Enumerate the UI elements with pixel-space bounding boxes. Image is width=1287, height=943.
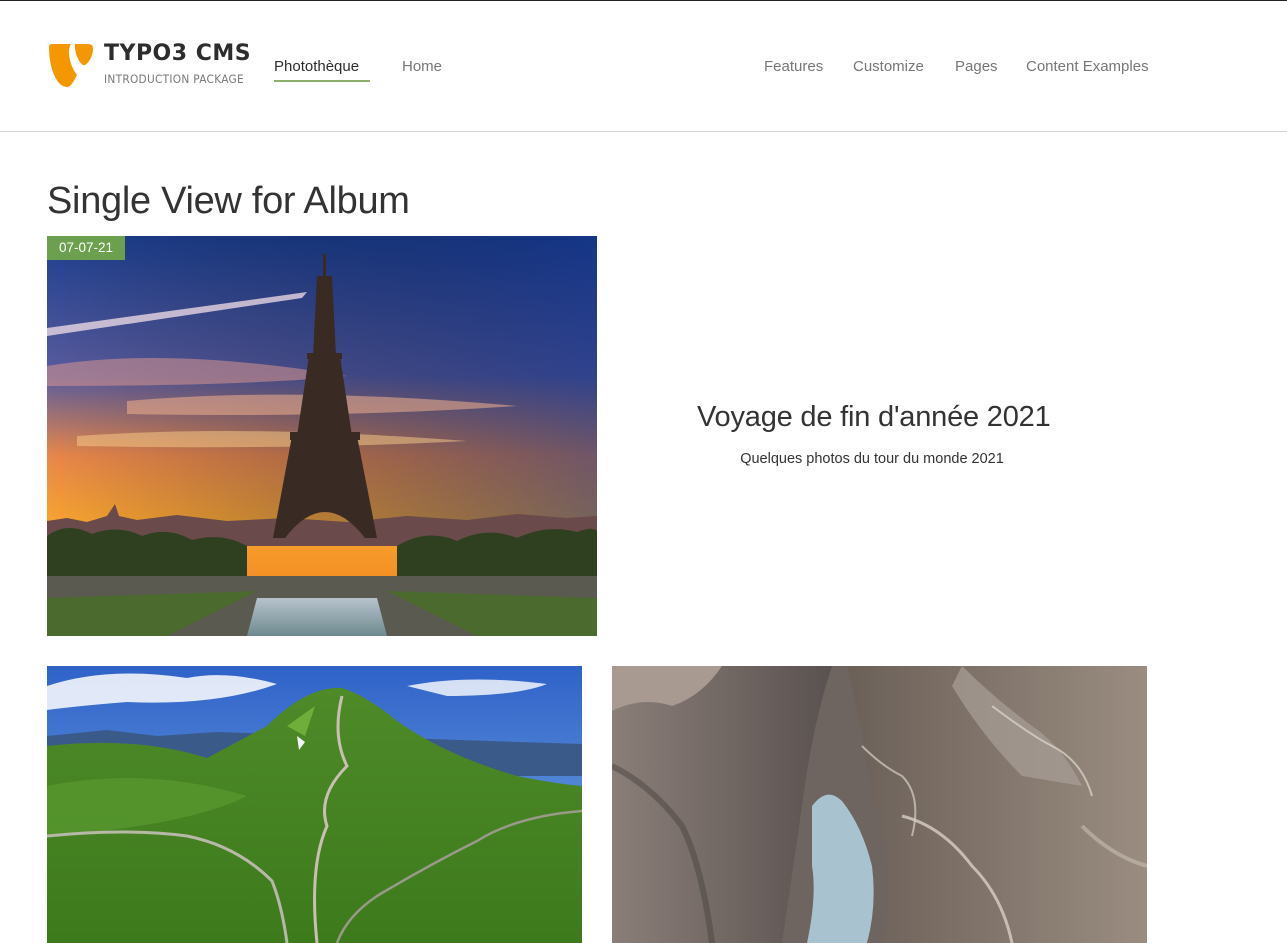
site-header: TYPO3 CMS INTRODUCTION PACKAGE Photothèq… xyxy=(0,1,1287,132)
brand-subtitle: INTRODUCTION PACKAGE xyxy=(104,72,244,86)
nav-item-pages[interactable]: Pages xyxy=(955,58,998,75)
nav-item-features[interactable]: Features xyxy=(764,58,823,75)
mountain-road-image xyxy=(47,666,582,943)
album-description: Quelques photos du tour du monde 2021 xyxy=(740,451,1004,467)
typo3-logo-link[interactable]: TYPO3 CMS INTRODUCTION PACKAGE xyxy=(47,41,251,91)
album-photo-mountain[interactable] xyxy=(47,666,582,943)
album-date-badge: 07-07-21 xyxy=(47,236,125,260)
canyon-river-image xyxy=(612,666,1147,943)
nav-item-phototheque[interactable]: Photothèque xyxy=(274,58,359,75)
typo3-logo-icon xyxy=(49,44,93,87)
eiffel-tower-image xyxy=(47,236,597,636)
nav-item-home[interactable]: Home xyxy=(402,58,442,75)
album-title: Voyage de fin d'année 2021 xyxy=(697,401,1051,433)
nav-item-content-examples[interactable]: Content Examples xyxy=(1026,58,1149,75)
active-nav-underline xyxy=(274,80,370,82)
nav-item-customize[interactable]: Customize xyxy=(853,58,924,75)
album-cover-photo[interactable] xyxy=(47,236,597,636)
brand-title: TYPO3 CMS xyxy=(104,41,252,66)
page-title: Single View for Album xyxy=(47,180,410,222)
album-photo-canyon[interactable] xyxy=(612,666,1147,943)
